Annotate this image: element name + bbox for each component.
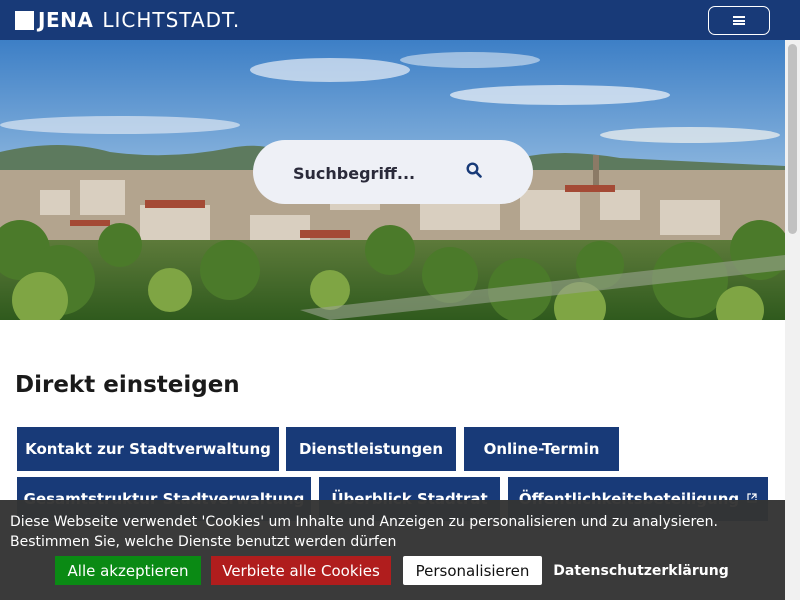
quicklink-online-termin[interactable]: Online-Termin xyxy=(464,427,619,471)
cookie-notice-text: Diese Webseite verwendet 'Cookies' um In… xyxy=(10,514,718,550)
search-button[interactable] xyxy=(466,162,490,182)
quicklink-label: Kontakt zur Stadtverwaltung xyxy=(25,440,271,458)
quicklink-label: Dienstleistungen xyxy=(298,440,444,458)
page-scrollbar[interactable] xyxy=(785,40,800,600)
cookie-banner: Diese Webseite verwendet 'Cookies' um In… xyxy=(0,500,785,600)
menu-button[interactable] xyxy=(708,6,770,35)
scrollbar-thumb[interactable] xyxy=(788,44,797,234)
site-header: JENA LICHTSTADT. xyxy=(0,0,800,40)
logo-text-light: LICHTSTADT. xyxy=(102,8,241,32)
privacy-policy-link[interactable]: Datenschutzerklärung xyxy=(553,556,728,585)
accept-all-cookies-button[interactable]: Alle akzeptieren xyxy=(55,556,201,585)
page-title: Direkt einsteigen xyxy=(15,372,240,398)
site-logo[interactable]: JENA LICHTSTADT. xyxy=(15,8,241,32)
personalize-cookies-button[interactable]: Personalisieren xyxy=(403,556,542,585)
quicklink-dienstleistungen[interactable]: Dienstleistungen xyxy=(286,427,456,471)
deny-all-cookies-button[interactable]: Verbiete alle Cookies xyxy=(211,556,391,585)
logo-square-icon xyxy=(15,10,34,30)
search-input[interactable] xyxy=(293,160,463,186)
hamburger-icon xyxy=(733,16,745,25)
search-box xyxy=(253,140,533,204)
hero-image xyxy=(0,40,785,320)
quicklink-kontakt[interactable]: Kontakt zur Stadtverwaltung xyxy=(17,427,279,471)
search-icon xyxy=(466,162,482,178)
logo-text-bold: JENA xyxy=(38,8,94,32)
quicklink-label: Online-Termin xyxy=(483,440,600,458)
